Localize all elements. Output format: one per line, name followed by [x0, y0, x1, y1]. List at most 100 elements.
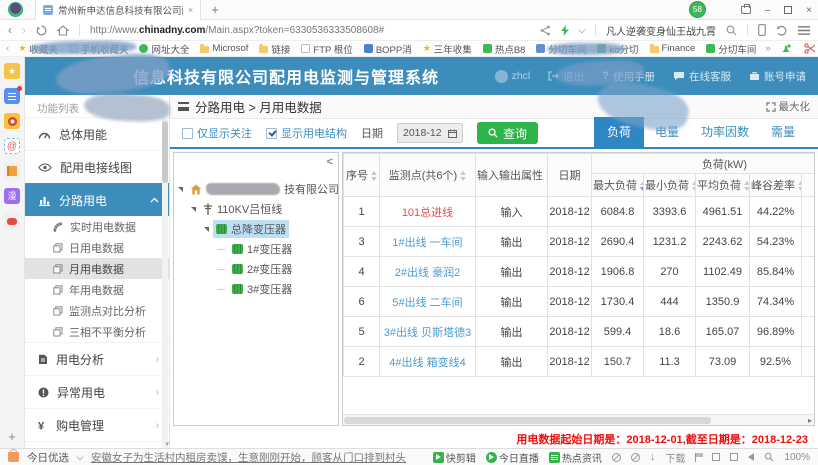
sidebar-item-分路用电[interactable]: 分路用电 — [25, 183, 169, 216]
user-avatar[interactable] — [8, 2, 23, 17]
back-button[interactable]: ‹ — [8, 24, 12, 36]
download-icon[interactable]: ↓ — [650, 451, 656, 463]
column-header-峰谷差率[interactable]: 峰谷差率 — [750, 174, 802, 197]
home-icon[interactable] — [57, 25, 69, 36]
tree-expand-icon[interactable] — [204, 227, 209, 232]
sidebar-item-购电管理[interactable]: ¥购电管理› — [25, 408, 169, 441]
monitor-point-link[interactable]: 2#出线 豪润2 — [395, 267, 460, 279]
download-label[interactable]: 下载 — [665, 450, 685, 465]
weibo-icon[interactable] — [4, 113, 20, 129]
column-header-序号[interactable]: 序号 — [344, 154, 380, 197]
sidebar-item-配用电接线图[interactable]: 配用电接线图 — [25, 150, 169, 183]
shopping-bag-icon[interactable] — [8, 452, 19, 462]
history-icon[interactable] — [776, 25, 788, 36]
sort-icon[interactable] — [640, 181, 644, 191]
tree-node-2#变压器[interactable]: 2#变压器 — [174, 259, 338, 279]
statusbar-clip-button[interactable]: 快剪辑 — [433, 450, 476, 465]
bookmark-item[interactable]: Microsof — [200, 43, 248, 54]
sidebar-item-统计报表[interactable]: 统计报表› — [25, 441, 169, 448]
menu-icon[interactable] — [178, 102, 189, 111]
tab-功率因数[interactable]: 功率因数 — [690, 123, 760, 147]
tab-需量[interactable]: 需量 — [760, 123, 806, 147]
window-icon[interactable] — [730, 453, 738, 461]
maximize-view-button[interactable]: 最大化 — [766, 99, 811, 114]
column-header-输入输出属性[interactable]: 输入输出属性 — [476, 154, 548, 197]
monitor-point-link[interactable]: 5#出线 二车间 — [392, 297, 462, 309]
tree-node-总降变压器[interactable]: 总降变压器 — [174, 219, 338, 239]
tree-expand-icon[interactable] — [178, 187, 183, 192]
sort-icon[interactable] — [371, 171, 377, 181]
bookmark-item[interactable]: ★三年收集 — [423, 42, 472, 56]
close-button[interactable]: × — [806, 5, 812, 16]
tree-node-label[interactable]: 110KV吕恒线 — [200, 200, 285, 218]
daily-picks-link[interactable]: 今日优选 — [27, 450, 69, 465]
tree-node-label[interactable]: 3#变压器 — [229, 280, 295, 298]
sidebar-subitem-年用电数据[interactable]: 年用电数据 — [25, 279, 169, 300]
show-structure-checkbox[interactable]: 显示用电结构 — [266, 125, 347, 141]
url-field[interactable]: http://www.chinadny.com/Main.aspx?token=… — [90, 25, 384, 36]
tree-node-label[interactable]: 1#变压器 — [229, 240, 295, 258]
tab-close-icon[interactable]: × — [188, 5, 193, 15]
news-headline-link[interactable]: 安徽女子为生活村内租房卖馍，生意刚刚开始，顾客从门口排到村头 — [91, 450, 406, 465]
user-menu[interactable]: zhcl — [495, 70, 531, 83]
game-center-icon[interactable] — [612, 453, 621, 462]
refresh-icon[interactable] — [36, 25, 47, 36]
browser-tab[interactable]: 常州新申达信息科技有限公司配... × — [35, 0, 201, 20]
horizontal-scrollbar[interactable]: ▸ — [343, 414, 814, 425]
tab-负荷[interactable]: 负荷 — [594, 117, 644, 147]
monitor-point-link[interactable]: 4#出线 箱变线4 — [389, 357, 465, 369]
bookmark-item[interactable]: 网址大全 — [139, 42, 189, 56]
sidebar-subitem-监测点对比分析[interactable]: 监测点对比分析 — [25, 300, 169, 321]
search-icon[interactable] — [726, 25, 737, 36]
statusbar-news-button[interactable]: 热点资讯 — [549, 450, 602, 465]
chevron-down-icon[interactable] — [579, 27, 586, 34]
sidebar-subitem-月用电数据[interactable]: 月用电数据 — [25, 258, 169, 279]
column-header-负[interactable]: 负 — [802, 174, 816, 197]
scroll-right-icon[interactable]: ▸ — [808, 416, 812, 425]
sort-icon[interactable] — [692, 181, 696, 191]
collect-plus-icon[interactable] — [780, 43, 792, 54]
monitor-point-link[interactable]: 3#出线 贝斯塔德3 — [384, 327, 471, 339]
bookmarks-collapse-icon[interactable]: ‹ — [6, 43, 9, 54]
hot-search-text[interactable]: 凡人逆袭变身仙王战九霄 — [606, 23, 716, 38]
tree-expand-icon[interactable] — [191, 207, 196, 212]
tree-node-label[interactable]: 技有限公司 — [187, 180, 339, 198]
logout-button[interactable]: 退出 — [548, 69, 584, 84]
bookmark-item[interactable]: BOPP消 — [364, 42, 412, 56]
tree-node-3#变压器[interactable]: 3#变压器 — [174, 279, 338, 299]
bookmark-item[interactable]: 分切车间 — [536, 42, 586, 56]
maximize-button[interactable] — [784, 6, 792, 14]
manual-link[interactable]: ? 使用手册 — [602, 69, 655, 84]
bookmark-item[interactable]: 链接 — [259, 42, 290, 56]
column-header-最大负荷[interactable]: 最大负荷 — [592, 174, 644, 197]
sort-icon[interactable] — [744, 181, 750, 191]
mute-icon[interactable] — [748, 453, 754, 461]
new-tab-button[interactable]: + — [211, 2, 219, 17]
monitor-point-link[interactable]: 101总进线 — [402, 207, 453, 219]
tree-collapse-button[interactable]: < — [327, 156, 333, 168]
tree-node-技有限公司[interactable]: 技有限公司 — [174, 179, 338, 199]
bookmark-item[interactable]: 热点B8 — [483, 42, 526, 56]
online-service-link[interactable]: 在线客服 — [673, 69, 731, 84]
column-header-平均负荷[interactable]: 平均负荷 — [696, 174, 750, 197]
statusbar-live-button[interactable]: 今日直播 — [486, 450, 539, 465]
bookmark-item[interactable]: FTP 根位 — [301, 42, 352, 56]
column-header-监测点(共6个)[interactable]: 监测点(共6个) — [380, 154, 476, 197]
bookmark-item[interactable]: 分切车间 — [706, 42, 756, 56]
share-icon[interactable] — [540, 25, 551, 36]
tab-电量[interactable]: 电量 — [644, 123, 690, 147]
lightning-icon[interactable] — [561, 25, 569, 36]
sidebar-item-异常用电[interactable]: 异常用电› — [25, 375, 169, 408]
minimize-button[interactable]: – — [765, 5, 771, 16]
sidebar-subitem-实时用电数据[interactable]: 实时用电数据 — [25, 216, 169, 237]
sidebar-subitem-三相不平衡分析[interactable]: 三相不平衡分析 — [25, 321, 169, 342]
forward-button[interactable]: › — [22, 24, 26, 36]
feeds-icon[interactable] — [4, 88, 20, 104]
sidebar-scrollbar[interactable] — [162, 119, 168, 448]
zoom-icon[interactable] — [764, 452, 774, 462]
tree-node-110KV吕恒线[interactable]: 110KV吕恒线 — [174, 199, 338, 219]
favorites-icon[interactable]: ★ — [4, 63, 20, 79]
sidebar-item-总体用能[interactable]: 总体用能 — [25, 117, 169, 150]
skin-icon[interactable] — [741, 6, 751, 14]
games-icon[interactable] — [4, 213, 20, 229]
